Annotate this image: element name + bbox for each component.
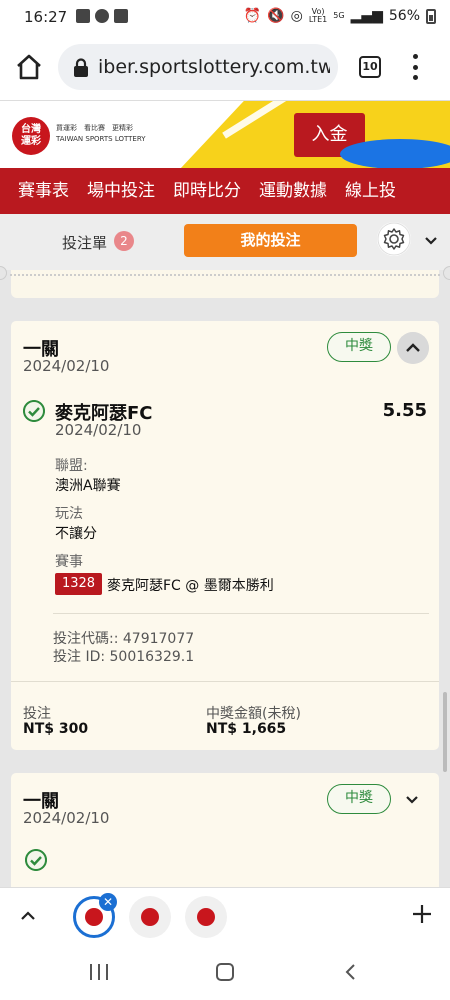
browser-bottom-bar: ✕	[0, 887, 450, 944]
event-label: 賽事	[55, 554, 83, 570]
status-time: 16:27	[24, 8, 68, 26]
browser-toolbar: iber.sportslottery.com.tw 10	[0, 34, 450, 100]
facebook-notification-icon	[95, 9, 109, 23]
site-header: 台灣 運彩 買運彩 看比賽 更精彩 TAIWAN SPORTS LOTTERY …	[0, 100, 450, 168]
chevron-down-icon[interactable]	[424, 234, 438, 248]
site-favicon	[85, 908, 103, 926]
bet-ticket: 一關 2024/02/10 中獎	[11, 773, 439, 887]
recent-apps-icon[interactable]	[90, 964, 108, 980]
tagline-chinese: 買運彩 看比賽 更精彩	[56, 124, 133, 132]
nav-item-schedule[interactable]: 賽事表	[0, 168, 69, 214]
bet-date: 2024/02/10	[23, 809, 110, 827]
tagline-english: TAIWAN SPORTS LOTTERY	[56, 135, 146, 143]
more-menu-icon[interactable]	[410, 54, 420, 80]
status-badge: 中獎	[327, 784, 391, 814]
betslip-tab[interactable]: 投注單	[62, 232, 107, 253]
url-text[interactable]: iber.sportslottery.com.tw	[98, 56, 330, 78]
mute-icon: 🔇	[267, 8, 285, 24]
logo-tagline: 買運彩 看比賽 更精彩 TAIWAN SPORTS LOTTERY	[56, 123, 146, 145]
stake-value: NT$ 300	[23, 721, 89, 737]
notification-icons	[76, 9, 128, 23]
event-id-badge: 1328	[55, 573, 102, 595]
bet-date: 2024/02/10	[23, 357, 110, 375]
signal-icon: ▂▄▆	[350, 8, 383, 24]
network-type: 5G	[333, 11, 345, 20]
nav-item-sports-data[interactable]: 運動數據	[241, 168, 327, 214]
event-name: 麥克阿瑟FC @ 墨爾本勝利	[107, 578, 274, 594]
gear-icon[interactable]	[377, 222, 411, 256]
selection-date: 2024/02/10	[55, 421, 142, 439]
play-value: 不讓分	[55, 526, 97, 542]
site-favicon	[141, 908, 159, 926]
league-label: 聯盟:	[55, 458, 88, 474]
payout-label: 中獎金額(未稅)	[206, 706, 301, 722]
tab-thumbnail[interactable]	[185, 896, 227, 938]
bet-toolbar: 投注單 2 我的投注	[0, 214, 450, 270]
ticket-divider	[10, 274, 440, 276]
plus-icon[interactable]	[410, 902, 434, 926]
check-circle-icon	[23, 400, 45, 422]
bet-ticket: 一關 2024/02/10 中獎 麥克阿瑟FC 5.55 2024/02/10 …	[11, 321, 439, 750]
bet-id: 投注 ID: 50016329.1	[53, 649, 195, 665]
lock-icon[interactable]	[72, 58, 90, 78]
selection-odds: 5.55	[382, 400, 427, 421]
status-bar: 16:27 ⏰ 🔇 ◎ Vo) LTE1 5G ▂▄▆ 56%	[0, 0, 450, 34]
tab-switcher-button[interactable]: 10	[359, 56, 381, 78]
volte-icon: Vo) LTE1	[308, 7, 328, 24]
divider	[53, 613, 429, 614]
bets-content: 投注單 2 我的投注 一關 2024/02/10 中獎 麥克阿瑟FC 5.55 …	[0, 214, 450, 887]
gallery-notification-icon	[76, 9, 90, 23]
system-nav-bar	[0, 944, 450, 1000]
payout-value: NT$ 1,665	[206, 721, 287, 737]
check-notification-icon	[114, 9, 128, 23]
league-value: 澳洲A聯賽	[55, 478, 121, 494]
system-status-icons: ⏰ 🔇 ◎ Vo) LTE1 5G ▂▄▆ 56%	[244, 8, 436, 24]
betslip-count-badge: 2	[114, 231, 134, 251]
check-circle-icon	[25, 849, 47, 871]
nav-item-live-betting[interactable]: 場中投注	[69, 168, 155, 214]
back-icon[interactable]	[343, 963, 357, 981]
chevron-up-icon[interactable]	[20, 908, 36, 924]
status-badge: 中獎	[327, 332, 391, 362]
taiwan-lottery-logo[interactable]: 台灣 運彩	[12, 117, 50, 155]
home-icon[interactable]	[14, 52, 44, 82]
site-favicon	[197, 908, 215, 926]
bet-code: 投注代碼:: 47917077	[53, 631, 195, 647]
play-label: 玩法	[55, 506, 83, 522]
wifi-icon: ◎	[290, 8, 303, 24]
nav-item-live-scores[interactable]: 即時比分	[155, 168, 241, 214]
chevron-down-icon[interactable]	[405, 793, 419, 807]
ticket-notch-right	[443, 266, 450, 280]
battery-icon	[426, 8, 436, 24]
scrollbar[interactable]	[443, 692, 447, 772]
tab-thumbnail[interactable]	[129, 896, 171, 938]
my-bets-button[interactable]: 我的投注	[184, 224, 357, 257]
alarm-icon: ⏰	[243, 8, 262, 24]
stake-label: 投注	[23, 706, 51, 722]
address-bar[interactable]: iber.sportslottery.com.tw	[58, 44, 338, 90]
home-button-icon[interactable]	[216, 963, 234, 981]
divider	[11, 681, 439, 682]
chevron-up-icon[interactable]	[397, 332, 429, 364]
main-nav: 賽事表 場中投注 即時比分 運動數據 線上投	[0, 168, 450, 214]
battery-percent: 56%	[388, 8, 420, 24]
close-icon[interactable]: ✕	[99, 893, 117, 911]
nav-item-online[interactable]: 線上投	[327, 168, 396, 214]
redacted-account-overlay	[340, 139, 450, 168]
